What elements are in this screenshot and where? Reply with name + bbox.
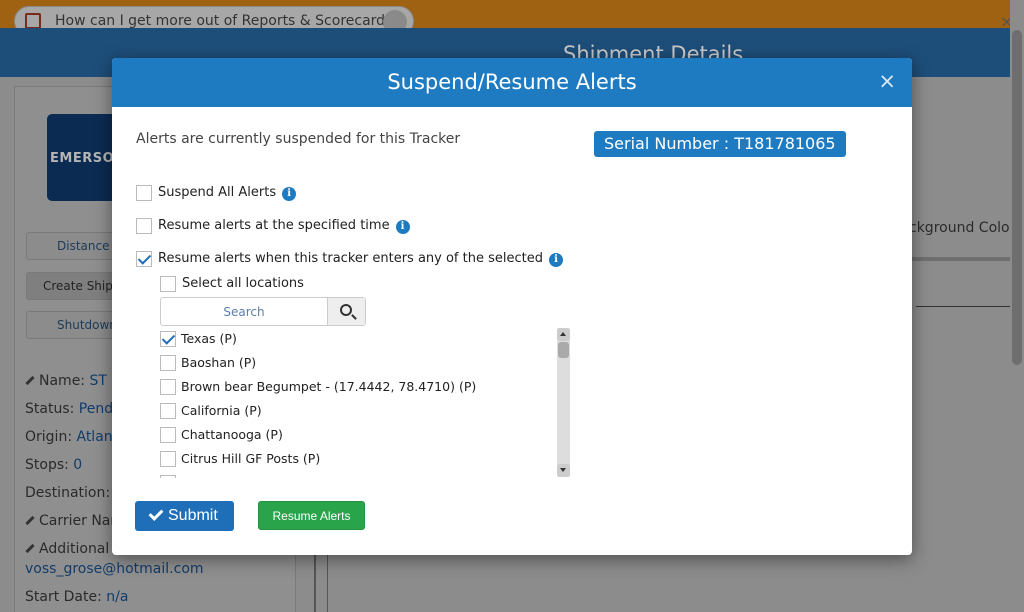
location-label: Chattanooga (P) [181, 427, 283, 442]
location-list: Texas (P) Baoshan (P) Brown bear Begumpe… [158, 329, 570, 478]
location-checkbox[interactable] [160, 475, 176, 478]
location-search [160, 297, 366, 326]
name-label: Name: [39, 373, 86, 389]
email-text[interactable]: voss_grose@hotmail.com [25, 561, 204, 577]
scroll-up-icon[interactable] [557, 328, 570, 341]
resume-on-location-label: Resume alerts when this tracker enters a… [158, 251, 543, 266]
scroll-down-icon[interactable] [557, 464, 570, 477]
resume-at-time-checkbox[interactable] [136, 218, 152, 234]
additional-label: Additional [39, 541, 110, 557]
pencil-icon[interactable] [25, 515, 35, 526]
check-icon [148, 506, 164, 521]
name-field: Name: ST C [25, 373, 121, 389]
search-icon [340, 304, 352, 316]
logo-text: EMERSO [50, 151, 115, 166]
serial-number-badge: Serial Number : T181781065 [594, 131, 846, 157]
email-value[interactable]: voss_grose@hotmail.com [25, 561, 204, 577]
select-all-locations-label: Select all locations [182, 276, 304, 291]
top-help-bar: How can I get more out of Reports & Scor… [0, 0, 1024, 36]
resume-alerts-button[interactable]: Resume Alerts [258, 501, 365, 530]
location-list-scrollbar[interactable] [557, 328, 570, 477]
location-checkbox[interactable] [160, 403, 176, 419]
status-field: Status: Pendin [25, 401, 126, 417]
carrier-label: Carrier Nar [39, 513, 117, 529]
origin-label: Origin: [25, 429, 73, 445]
location-label: Baoshan (P) [181, 355, 257, 370]
submit-label: Submit [168, 507, 218, 524]
resume-at-time-label: Resume alerts at the specified time [158, 218, 390, 233]
stops-value: 0 [73, 457, 83, 473]
start-date-field: Start Date: n/a [25, 589, 128, 605]
scrollbar-thumb[interactable] [558, 342, 569, 358]
background-color-label: ckground Colo [909, 220, 1010, 236]
resume-on-location-checkbox[interactable] [136, 251, 152, 267]
tab-divider [908, 257, 1010, 261]
suspension-status-text: Alerts are currently suspended for this … [136, 131, 461, 147]
location-label: Texas (P) [181, 331, 237, 346]
location-checkbox[interactable] [160, 331, 176, 347]
pencil-icon[interactable] [25, 375, 35, 386]
location-label: Citrus Hill GF Posts (P) [181, 451, 321, 466]
close-icon[interactable]: × [878, 69, 896, 93]
page-scrollbar-thumb[interactable] [1012, 30, 1022, 365]
content-divider [916, 306, 1010, 307]
suspend-all-label: Suspend All Alerts [158, 185, 277, 200]
origin-field: Origin: Atlant [25, 429, 118, 445]
suspend-all-checkbox[interactable] [136, 185, 152, 201]
location-checkbox[interactable] [160, 379, 176, 395]
modal-title: Suspend/Resume Alerts [387, 70, 637, 94]
carrier-field: Carrier Nar [25, 513, 116, 529]
additional-field: Additional [25, 541, 109, 557]
edit-icon [25, 13, 41, 29]
stops-field: Stops: 0 [25, 457, 82, 473]
submit-button[interactable]: Submit [135, 501, 234, 531]
start-date-label: Start Date: [25, 589, 102, 605]
modal-header: Suspend/Resume Alerts × [112, 58, 912, 107]
location-label: Brown bear Begumpet - (17.4442, 78.4710)… [181, 379, 477, 394]
suspend-resume-alerts-modal: Suspend/Resume Alerts × Alerts are curre… [112, 58, 912, 555]
location-checkbox[interactable] [160, 355, 176, 371]
help-search-text: How can I get more out of Reports & Scor… [55, 13, 400, 29]
location-checkbox[interactable] [160, 427, 176, 443]
info-icon[interactable]: i [395, 220, 410, 234]
location-checkbox[interactable] [160, 451, 176, 467]
start-date-value: n/a [106, 589, 129, 605]
destination-label: Destination: [25, 485, 111, 501]
info-icon[interactable]: i [282, 187, 297, 201]
status-label: Status: [25, 401, 75, 417]
select-all-locations-checkbox[interactable] [160, 276, 176, 292]
pencil-icon[interactable] [25, 543, 35, 554]
stops-label: Stops: [25, 457, 69, 473]
location-search-button[interactable] [327, 298, 365, 325]
info-icon[interactable]: i [549, 253, 563, 267]
destination-field: Destination: N [25, 485, 125, 501]
location-label: California (P) [181, 403, 262, 418]
location-search-input[interactable] [161, 298, 327, 325]
